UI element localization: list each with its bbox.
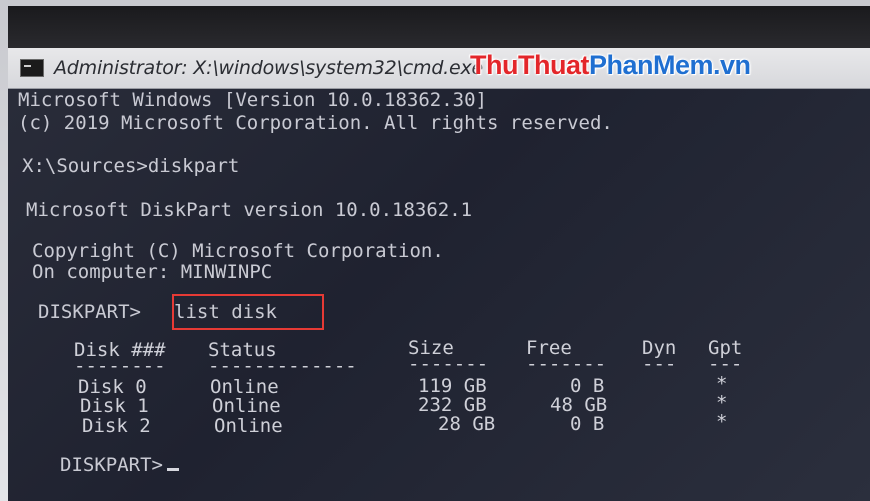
table-separator: -------- bbox=[74, 355, 166, 377]
table-cell-disk: Disk 2 bbox=[82, 415, 151, 437]
console-output[interactable]: Microsoft Windows [Version 10.0.18362.30… bbox=[8, 88, 870, 501]
monitor-bezel bbox=[8, 6, 870, 48]
table-cell-free: 0 B bbox=[570, 413, 605, 435]
table-separator: --- bbox=[642, 353, 677, 375]
table-separator: --- bbox=[708, 353, 743, 375]
watermark-part1: ThuThuat bbox=[470, 50, 589, 80]
diskpart-prompt-final[interactable]: DISKPART> bbox=[60, 455, 179, 476]
cmd-icon bbox=[20, 59, 44, 77]
console-line: Copyright (C) Microsoft Corporation. bbox=[32, 240, 444, 262]
command-highlight-box bbox=[172, 294, 324, 330]
window-title: Administrator: X:\windows\system32\cmd.e… bbox=[54, 57, 484, 79]
console-line: X:\Sources>diskpart bbox=[22, 155, 240, 177]
watermark-part3: .vn bbox=[713, 50, 751, 80]
table-cell-status: Online bbox=[214, 415, 283, 437]
console-line: Microsoft Windows [Version 10.0.18362.30… bbox=[18, 89, 487, 111]
table-separator: ------- bbox=[526, 353, 607, 375]
watermark-part2: PhanMem bbox=[588, 50, 714, 80]
table-cell-disk: Disk 1 bbox=[80, 395, 149, 417]
console-line: On computer: MINWINPC bbox=[32, 261, 273, 283]
console-line: (c) 2019 Microsoft Corporation. All righ… bbox=[18, 112, 613, 134]
cmd-window: Administrator: X:\windows\system32\cmd.e… bbox=[8, 48, 870, 501]
prompt-text: DISKPART> bbox=[60, 454, 163, 476]
diskpart-prompt: DISKPART> bbox=[38, 301, 141, 323]
table-separator: ------- bbox=[408, 353, 489, 375]
text-cursor bbox=[166, 468, 179, 471]
table-cell-status: Online bbox=[212, 395, 281, 417]
table-cell-gpt: * bbox=[716, 411, 728, 433]
watermark-logo: ThuThuatPhanMem.vn bbox=[470, 50, 751, 84]
table-cell-size: 28 GB bbox=[438, 413, 496, 435]
console-line: Microsoft DiskPart version 10.0.18362.1 bbox=[26, 199, 473, 221]
photo-background: Administrator: X:\windows\system32\cmd.e… bbox=[0, 0, 870, 501]
table-separator: ------------- bbox=[208, 355, 357, 377]
